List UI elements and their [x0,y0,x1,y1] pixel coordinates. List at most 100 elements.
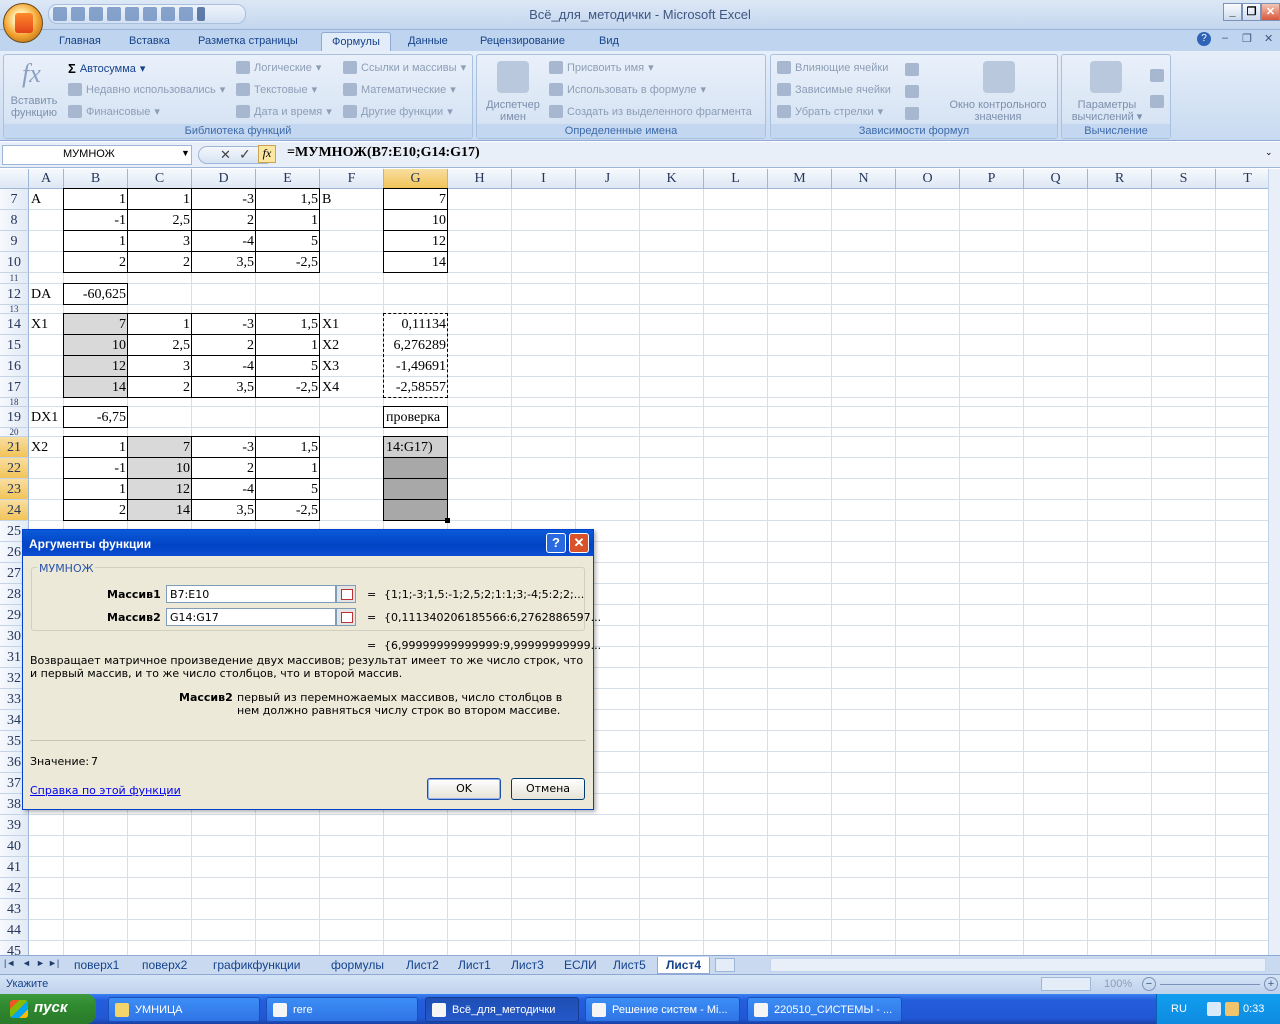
name-box-dropdown-icon[interactable]: ▼ [181,148,190,158]
language-indicator[interactable]: RU [1171,1003,1187,1015]
tab-home[interactable]: Главная [49,32,111,51]
show-formulas-icon[interactable] [905,63,919,76]
cell-f17[interactable]: X4 [320,377,384,398]
sheet-tab-5[interactable]: Лист2 [398,957,447,974]
column-header-r[interactable]: R [1088,169,1152,189]
sheet-nav-prev-icon[interactable]: ◄ [22,958,31,968]
view-buttons[interactable] [1041,977,1091,991]
taskbar-item-1[interactable]: УМНИЦА [108,997,260,1022]
cancel-button[interactable]: Отмена [511,778,585,800]
sheet-nav-first-icon[interactable]: |◄ [4,958,15,968]
error-checking-icon[interactable] [905,85,919,98]
recent-functions-button[interactable]: Недавно использовались ▾ [68,83,225,96]
email-icon[interactable] [161,7,175,21]
cell-f15[interactable]: X2 [320,335,384,356]
sheet-tab-4[interactable]: формулы [323,957,392,974]
column-header-g[interactable]: G [384,169,448,189]
cell-f16[interactable]: X3 [320,356,384,377]
dialog-close-button[interactable]: ✕ [569,533,589,553]
undo-icon[interactable] [71,7,85,21]
ribbon-minimize-icon[interactable]: – [1222,32,1228,44]
row-header-17[interactable]: 17 [0,377,29,398]
taskbar-item-5[interactable]: 220510_СИСТЕМЫ - ... [747,997,902,1022]
arg1-collapse-icon[interactable] [336,585,356,603]
math-button[interactable]: Математические ▾ [343,83,456,96]
row-header-40[interactable]: 40 [0,836,29,857]
lookup-button[interactable]: Ссылки и массивы ▾ [343,61,466,74]
ok-button[interactable]: OK [427,778,501,800]
enter-icon[interactable]: ✓ [239,146,251,163]
sheet-tab-10[interactable]: Лист4 [657,957,711,974]
tab-formulas[interactable]: Формулы [321,32,391,51]
text-button[interactable]: Текстовые ▾ [236,83,317,96]
arg1-input[interactable]: B7:E10 [166,585,336,603]
cell-a12[interactable]: DA [29,284,64,305]
tab-insert[interactable]: Вставка [119,32,180,51]
insert-function-button[interactable]: Вставить функцию [6,95,62,119]
taskbar-item-4[interactable]: Решение систем - Mi... [585,997,740,1022]
sheet-nav-last-icon[interactable]: ►| [48,958,59,968]
column-header-s[interactable]: S [1152,169,1216,189]
row-header-21[interactable]: 21 [0,437,29,458]
row-header-10[interactable]: 10 [0,252,29,273]
help-icon[interactable]: ? [1197,32,1211,46]
row-header-8[interactable]: 8 [0,210,29,231]
tray-network-icon[interactable] [1207,1002,1221,1016]
calc-sheet-icon[interactable] [1150,95,1164,108]
column-header-e[interactable]: E [256,169,320,189]
remove-arrows-button[interactable]: Убрать стрелки ▾ [777,105,883,118]
row-header-24[interactable]: 24 [0,500,29,521]
ribbon-restore-icon[interactable]: ❐ [1242,32,1252,45]
column-header-k[interactable]: K [640,169,704,189]
column-header-c[interactable]: C [128,169,192,189]
formula-input[interactable]: =МУМНОЖ(B7:E10;G14:G17) [287,145,480,161]
function-help-link[interactable]: Справка по этой функции [30,784,181,797]
name-box[interactable]: МУМНОЖ [2,145,192,165]
sheet-tab-8[interactable]: ЕСЛИ [556,957,605,974]
row-header-20[interactable]: 20 [0,428,29,437]
cell-a14[interactable]: X1 [29,314,64,335]
column-header-n[interactable]: N [832,169,896,189]
column-header-o[interactable]: O [896,169,960,189]
watch-window-button[interactable]: Окно контрольного значения [939,99,1057,123]
close-button[interactable]: ✕ [1261,3,1280,21]
column-header-a[interactable]: A [29,169,64,189]
sheet-nav-next-icon[interactable]: ► [36,958,45,968]
sheet-tab-1[interactable]: поверх1 [66,957,127,974]
tab-review[interactable]: Рецензирование [470,32,575,51]
row-header-19[interactable]: 19 [0,407,29,428]
autosum-button[interactable]: Σ Автосумма ▾ [68,61,145,76]
name-manager-button[interactable]: Диспетчер имен [481,99,545,123]
insert-function-icon[interactable]: fx [258,145,276,163]
cell-f14[interactable]: X1 [320,314,384,335]
row-header-43[interactable]: 43 [0,899,29,920]
row-header-39[interactable]: 39 [0,815,29,836]
trace-dependents-button[interactable]: Зависимые ячейки [777,83,891,96]
row-header-14[interactable]: 14 [0,314,29,335]
maximize-button[interactable]: ❐ [1242,3,1261,21]
fill-handle[interactable] [445,518,450,523]
column-header-f[interactable]: F [320,169,384,189]
circle-icon[interactable] [179,7,193,21]
column-header-j[interactable]: J [576,169,640,189]
row-header-22[interactable]: 22 [0,458,29,479]
horizontal-scrollbar[interactable] [770,958,1266,972]
tab-view[interactable]: Вид [589,32,629,51]
column-header-q[interactable]: Q [1024,169,1088,189]
cell-a7[interactable]: A [29,189,64,210]
more-functions-button[interactable]: Другие функции ▾ [343,105,453,118]
qat-customize-icon[interactable] [197,7,205,21]
insert-sheet-icon[interactable] [715,958,735,972]
column-header-l[interactable]: L [704,169,768,189]
paste-icon[interactable] [125,7,139,21]
column-header-d[interactable]: D [192,169,256,189]
calc-options-button[interactable]: Параметры вычислений ▾ [1064,99,1150,123]
row-header-9[interactable]: 9 [0,231,29,252]
row-header-41[interactable]: 41 [0,857,29,878]
row-header-13[interactable]: 13 [0,305,29,314]
cell-a19[interactable]: DX1 [29,407,64,428]
zoom-slider[interactable] [1160,984,1260,985]
cancel-icon[interactable]: ✕ [220,147,231,163]
chart-icon[interactable] [143,7,157,21]
datetime-button[interactable]: Дата и время ▾ [236,105,332,118]
